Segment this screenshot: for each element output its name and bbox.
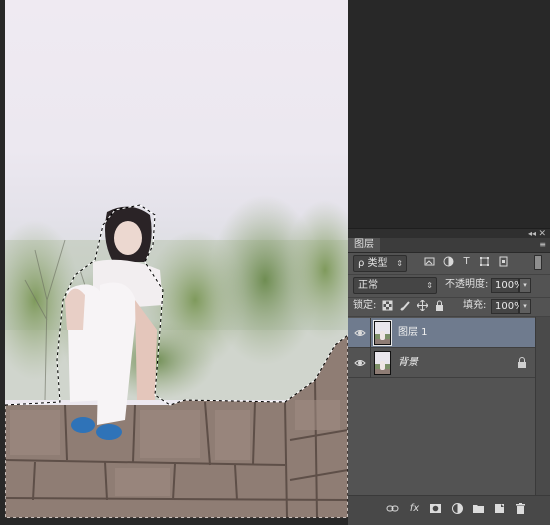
- new-group-icon[interactable]: [472, 502, 485, 515]
- chevron-updown-icon: ⇕: [426, 281, 433, 290]
- lock-position-icon[interactable]: [416, 299, 429, 312]
- new-layer-icon[interactable]: [493, 502, 506, 515]
- image-filter-icon[interactable]: [424, 256, 435, 267]
- layers-bottom-toolbar: fx: [348, 495, 550, 525]
- opacity-label: 不透明度:: [445, 279, 489, 290]
- smart-object-filter-icon[interactable]: [498, 256, 509, 267]
- divider: [370, 318, 371, 348]
- layer-name[interactable]: 背景: [398, 356, 418, 369]
- blend-mode-value: 正常: [358, 280, 378, 291]
- document-canvas[interactable]: [5, 0, 348, 518]
- type-filter-icon[interactable]: T: [461, 256, 472, 267]
- fill-dropdown-button[interactable]: ▾: [519, 299, 531, 314]
- opacity-input[interactable]: 100%: [491, 278, 524, 293]
- dock-empty-area: [348, 0, 550, 228]
- filter-toggle-switch[interactable]: [534, 255, 542, 270]
- lock-all-icon[interactable]: [434, 300, 445, 311]
- panel-tab-row: 图层 ≡: [348, 238, 550, 253]
- delete-layer-icon[interactable]: [514, 502, 527, 515]
- layer-row-layer-1[interactable]: 图层 1: [348, 318, 535, 348]
- layer-thumbnail: [374, 351, 391, 375]
- tab-layers[interactable]: 图层: [348, 238, 380, 252]
- fill-label: 填充:: [463, 300, 487, 311]
- divider: [370, 348, 371, 378]
- panel-menu-icon[interactable]: ≡: [539, 239, 546, 251]
- add-mask-icon[interactable]: [429, 502, 442, 515]
- divider: [348, 297, 550, 298]
- lock-icon: [517, 357, 527, 368]
- lock-image-pixels-icon[interactable]: [400, 300, 411, 311]
- layer-thumbnail: [373, 320, 392, 346]
- filter-kind-select[interactable]: ρ 类型 ⇕: [353, 255, 407, 272]
- chevron-updown-icon: ⇕: [396, 259, 403, 268]
- eye-visibility-icon[interactable]: [354, 357, 366, 369]
- eye-visibility-icon[interactable]: [354, 327, 366, 339]
- shape-filter-icon[interactable]: [479, 256, 490, 267]
- adjustment-layer-icon[interactable]: [451, 502, 464, 515]
- lock-transparent-pixels-icon[interactable]: [382, 300, 393, 311]
- layer-name[interactable]: 图层 1: [398, 326, 428, 339]
- divider: [348, 274, 550, 275]
- opacity-dropdown-button[interactable]: ▾: [519, 278, 531, 293]
- blend-mode-select[interactable]: 正常 ⇕: [353, 277, 437, 294]
- filter-kind-label: ρ 类型: [358, 258, 388, 269]
- adjustment-filter-icon[interactable]: [443, 256, 454, 267]
- layers-panel: 图层 ≡ ρ 类型 ⇕ T 正常 ⇕ 不透明度: 100% ▾ 锁定: 填充: …: [348, 238, 550, 525]
- layers-scrollbar[interactable]: [535, 317, 550, 495]
- fill-input[interactable]: 100%: [491, 299, 524, 314]
- lock-label: 锁定:: [353, 300, 377, 311]
- divider: [348, 316, 550, 317]
- fx-icon[interactable]: fx: [408, 502, 421, 515]
- layer-row-background[interactable]: 背景: [348, 348, 535, 378]
- photo-content: [5, 195, 348, 518]
- link-layers-icon[interactable]: [386, 502, 399, 515]
